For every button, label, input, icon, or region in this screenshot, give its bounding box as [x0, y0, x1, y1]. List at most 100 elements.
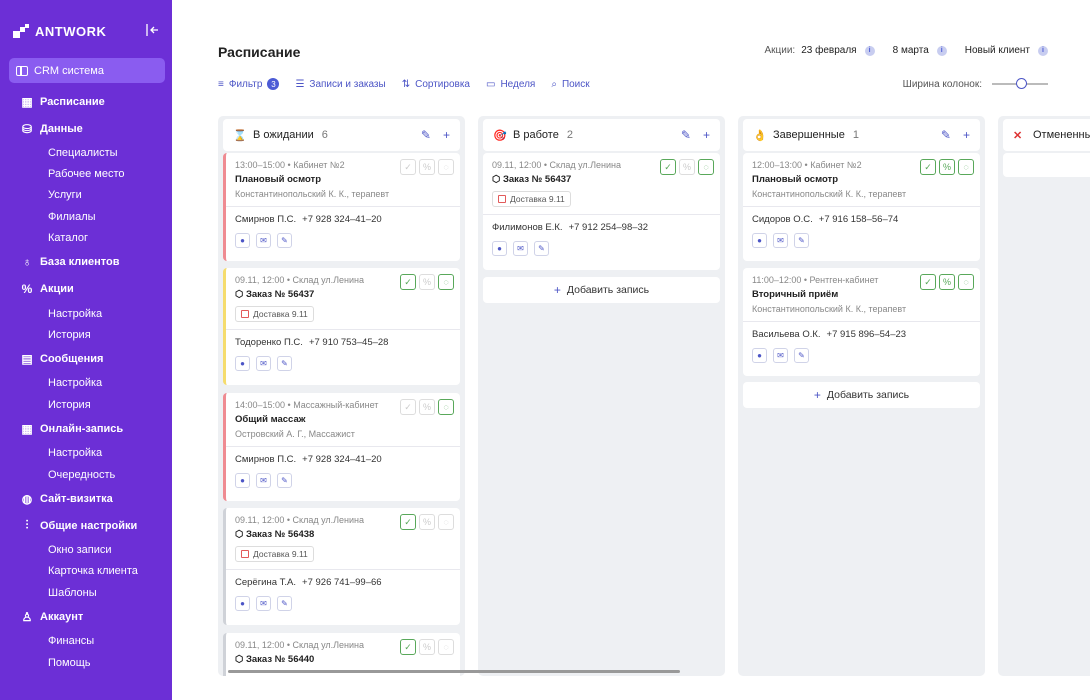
check-icon[interactable]: ✓ — [920, 159, 936, 175]
edit-icon[interactable]: ✎ — [941, 128, 951, 142]
percent-icon[interactable]: % — [419, 639, 435, 655]
column-width-slider[interactable] — [992, 78, 1048, 90]
sidebar-group[interactable]: % Акции — [0, 276, 172, 303]
percent-icon[interactable]: % — [939, 274, 955, 290]
mail-icon[interactable]: ✉ — [256, 356, 271, 371]
profile-icon[interactable]: ● — [235, 233, 250, 248]
chat-icon[interactable]: ◌ — [438, 639, 454, 655]
sidebar-group[interactable]: ▦ Расписание — [0, 88, 172, 115]
chat-icon[interactable]: ◌ — [958, 274, 974, 290]
chat-icon[interactable]: ◌ — [438, 399, 454, 415]
sidebar-item[interactable]: Настройка — [0, 443, 172, 464]
sidebar-item[interactable]: Услуги — [0, 185, 172, 206]
edit-icon[interactable]: ✎ — [277, 233, 292, 248]
add-icon[interactable]: + — [963, 128, 970, 142]
percent-icon[interactable]: % — [419, 514, 435, 530]
crm-system-button[interactable]: CRM система — [9, 58, 165, 83]
sidebar-group[interactable]: ♁ База клиентов — [0, 249, 172, 276]
sort-button[interactable]: ⇅ Сортировка — [402, 78, 470, 90]
promo-23feb[interactable]: 23 февраля — [801, 45, 856, 56]
check-icon[interactable]: ✓ — [400, 159, 416, 175]
mail-icon[interactable]: ✉ — [513, 241, 528, 256]
profile-icon[interactable]: ● — [752, 233, 767, 248]
mail-icon[interactable]: ✉ — [256, 473, 271, 488]
chat-icon[interactable]: ◌ — [438, 514, 454, 530]
sidebar-item[interactable]: Филиалы — [0, 206, 172, 227]
sidebar-group[interactable]: ◍ Сайт-визитка — [0, 485, 172, 512]
promo-new-client[interactable]: Новый клиент — [965, 45, 1030, 56]
order-card[interactable]: ✓% ◌ 09.11, 12:00 • Склад ул.Ленина ⬡ Зака… — [223, 508, 460, 625]
records-button[interactable]: ☰ Записи и заказы — [295, 78, 385, 90]
edit-icon[interactable]: ✎ — [277, 356, 292, 371]
add-record-button[interactable] — [1003, 153, 1090, 177]
chat-icon[interactable]: ◌ — [438, 274, 454, 290]
appointment-card[interactable]: ✓% ◌ 14:00–15:00 • Массажный-кабинет Общий… — [223, 393, 460, 501]
sidebar-item[interactable]: Финансы — [0, 630, 172, 651]
percent-icon[interactable]: % — [939, 159, 955, 175]
check-icon[interactable]: ✓ — [660, 159, 676, 175]
edit-icon[interactable]: ✎ — [421, 128, 431, 142]
chat-icon[interactable]: ◌ — [698, 159, 714, 175]
edit-icon[interactable]: ✎ — [794, 233, 809, 248]
sidebar-item[interactable]: Карточка клиента — [0, 561, 172, 582]
week-button[interactable]: ▭ Неделя — [486, 78, 535, 90]
chat-icon[interactable]: ◌ — [958, 159, 974, 175]
sidebar-group[interactable]: ⫶ Общие настройки — [0, 512, 172, 539]
add-icon[interactable]: + — [703, 128, 710, 142]
sidebar-item[interactable]: Очередность — [0, 464, 172, 485]
sidebar-item[interactable]: Каталог — [0, 228, 172, 249]
profile-icon[interactable]: ● — [235, 356, 250, 371]
profile-icon[interactable]: ● — [235, 596, 250, 611]
info-icon[interactable]: i — [1038, 45, 1048, 56]
sidebar-group[interactable]: ▦ Онлайн-запись — [0, 416, 172, 443]
edit-icon[interactable]: ✎ — [277, 473, 292, 488]
check-icon[interactable]: ✓ — [400, 514, 416, 530]
profile-icon[interactable]: ● — [492, 241, 507, 256]
profile-icon[interactable]: ● — [752, 348, 767, 363]
edit-icon[interactable]: ✎ — [277, 596, 292, 611]
info-icon[interactable]: i — [864, 45, 875, 56]
horizontal-scrollbar[interactable] — [228, 670, 680, 673]
sidebar-item[interactable]: Настройка — [0, 373, 172, 394]
slider-thumb[interactable] — [1016, 78, 1027, 89]
add-record-button[interactable]: + Добавить запись — [483, 277, 720, 303]
filter-button[interactable]: ≡ Фильтр 3 — [218, 78, 280, 90]
collapse-sidebar-icon[interactable] — [146, 23, 160, 37]
appointment-card[interactable]: ✓% ◌ 13:00–15:00 • Кабинет №2 Плановый осм… — [223, 153, 460, 261]
search-button[interactable]: ⌕ Поиск — [551, 78, 589, 90]
sidebar-item[interactable]: Настройка — [0, 303, 172, 324]
percent-icon[interactable]: % — [419, 274, 435, 290]
promo-8mar[interactable]: 8 марта — [893, 45, 929, 56]
appointment-card[interactable]: ✓% ◌ 11:00–12:00 • Рентген-кабинет Вторичн… — [743, 268, 980, 376]
edit-icon[interactable]: ✎ — [794, 348, 809, 363]
add-icon[interactable]: + — [443, 128, 450, 142]
add-record-button[interactable]: + Добавить запись — [743, 382, 980, 408]
sidebar-group[interactable]: ⛁ Данные — [0, 115, 172, 142]
percent-icon[interactable]: % — [419, 159, 435, 175]
profile-icon[interactable]: ● — [235, 473, 250, 488]
appointment-card[interactable]: ✓% ◌ 12:00–13:00 • Кабинет №2 Плановый осм… — [743, 153, 980, 261]
mail-icon[interactable]: ✉ — [773, 348, 788, 363]
edit-icon[interactable]: ✎ — [681, 128, 691, 142]
mail-icon[interactable]: ✉ — [773, 233, 788, 248]
order-card[interactable]: ✓% ◌ 09.11, 12:00 • Склад ул.Ленина ⬡ Зака… — [223, 268, 460, 385]
sidebar-item[interactable]: Рабочее место — [0, 163, 172, 184]
sidebar-group[interactable]: ♙ Аккаунт — [0, 603, 172, 630]
edit-icon[interactable]: ✎ — [534, 241, 549, 256]
sidebar-item[interactable]: Шаблоны — [0, 582, 172, 603]
info-icon[interactable]: i — [936, 45, 947, 56]
sidebar-item[interactable]: Специалисты — [0, 142, 172, 163]
mail-icon[interactable]: ✉ — [256, 233, 271, 248]
percent-icon[interactable]: % — [419, 399, 435, 415]
order-card[interactable]: ✓% ◌ 09.11, 12:00 • Склад ул.Ленина ⬡ Зака… — [483, 153, 720, 270]
check-icon[interactable]: ✓ — [400, 399, 416, 415]
sidebar-item[interactable]: История — [0, 324, 172, 345]
check-icon[interactable]: ✓ — [400, 274, 416, 290]
percent-icon[interactable]: % — [679, 159, 695, 175]
mail-icon[interactable]: ✉ — [256, 596, 271, 611]
check-icon[interactable]: ✓ — [400, 639, 416, 655]
check-icon[interactable]: ✓ — [920, 274, 936, 290]
sidebar-item[interactable]: Окно записи — [0, 539, 172, 560]
sidebar-item[interactable]: История — [0, 394, 172, 415]
sidebar-item[interactable]: Помощь — [0, 652, 172, 673]
